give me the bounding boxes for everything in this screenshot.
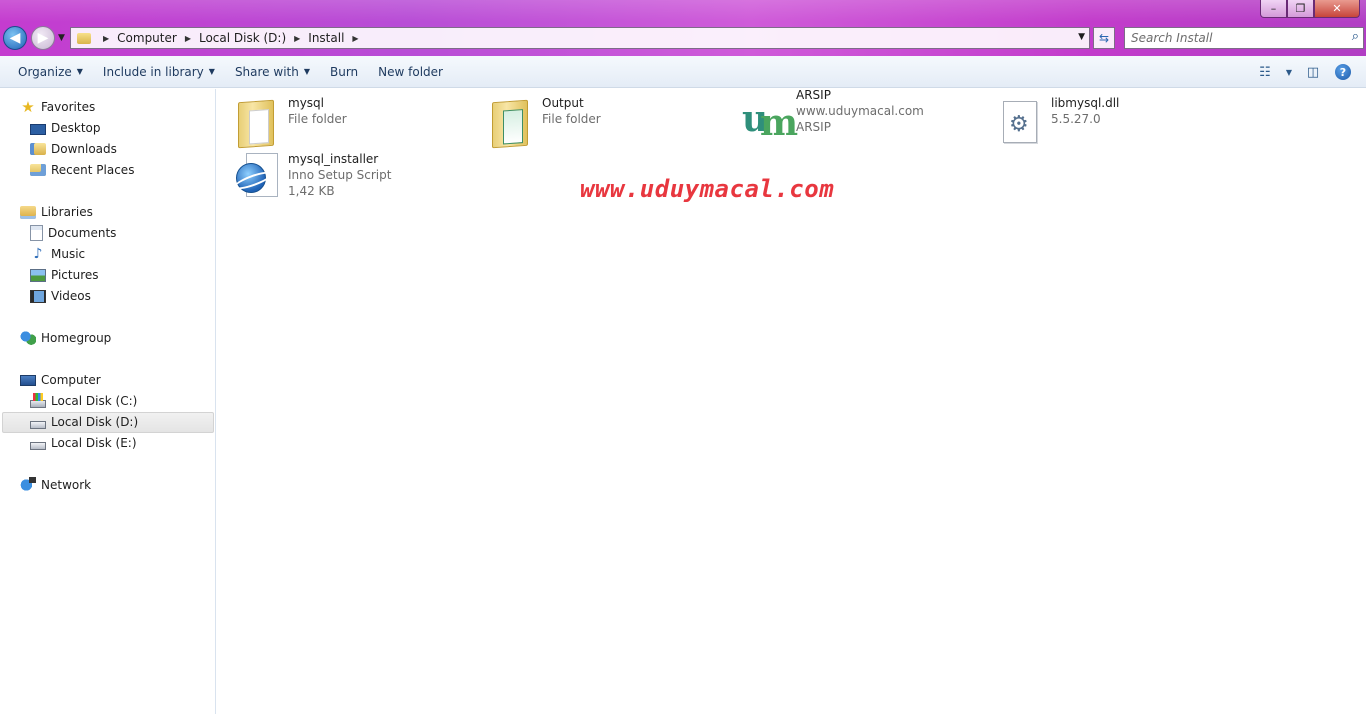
chevron-right-icon[interactable]: ▶: [185, 34, 191, 43]
breadcrumb-local-disk-d[interactable]: Local Disk (D:) ▶: [199, 31, 308, 45]
desktop-icon: [30, 123, 46, 135]
window-titlebar: – ❐ ✕ ◀ ▶ ▼ ▶ Computer ▶ Local Disk (D:) ▶…: [0, 0, 1366, 56]
chevron-right-icon[interactable]: ▶: [294, 34, 300, 43]
chevron-right-icon[interactable]: ▶: [352, 34, 358, 43]
file-name: mysql_installer: [288, 152, 379, 166]
sidebar-item-downloads[interactable]: Downloads: [30, 139, 117, 159]
file-company: www.uduymacal.com: [796, 104, 924, 118]
inno-setup-icon: [236, 153, 282, 199]
sidebar-homegroup[interactable]: Homegroup: [20, 328, 111, 348]
chevron-down-icon: ▼: [1285, 67, 1293, 77]
film-strip-icon: [30, 289, 46, 303]
breadcrumb-install[interactable]: Install ▶: [308, 31, 366, 45]
chevron-right-icon[interactable]: ▶: [103, 34, 109, 43]
watermark-text: www.uduymacal.com: [580, 175, 835, 203]
command-toolbar: Organize ▼ Include in library ▼ Share with…: [0, 56, 1366, 88]
sidebar-item-local-disk-c[interactable]: Local Disk (C:): [30, 391, 137, 411]
sidebar-network[interactable]: Network: [20, 475, 91, 495]
sidebar-item-desktop[interactable]: Desktop: [30, 118, 101, 138]
folder-icon: [238, 99, 274, 149]
chevron-down-icon: ▼: [303, 67, 310, 76]
sidebar-computer[interactable]: Computer: [20, 370, 101, 390]
window-controls: – ❐ ✕: [1260, 0, 1360, 18]
arrow-right-icon: ▶: [37, 30, 49, 46]
chevron-down-icon: ▼: [76, 67, 83, 76]
um-logo-icon: um: [742, 98, 799, 144]
sidebar-libraries[interactable]: Libraries: [20, 202, 93, 222]
network-icon: [20, 477, 36, 493]
refresh-icon: ⇆: [1098, 31, 1110, 45]
sidebar-favorites[interactable]: ★ Favorites: [20, 97, 95, 117]
help-button[interactable]: ?: [1330, 60, 1356, 84]
file-tile-arsip[interactable]: um ARSIP www.uduymacal.com ARSIP: [742, 88, 982, 147]
include-in-library-button[interactable]: Include in library ▼: [93, 60, 225, 84]
burn-button[interactable]: Burn: [320, 60, 368, 84]
folder-icon: [492, 99, 528, 149]
dll-gear-icon: [1003, 101, 1037, 143]
sidebar-item-music[interactable]: ♪ Music: [30, 244, 86, 264]
drive-icon: [30, 442, 46, 450]
sidebar-item-local-disk-d[interactable]: Local Disk (D:): [30, 412, 138, 432]
preview-pane-icon: ◫: [1306, 64, 1320, 80]
close-button[interactable]: ✕: [1314, 0, 1360, 18]
file-type: File folder: [288, 112, 347, 126]
file-tile-output[interactable]: Output File folder: [488, 95, 728, 149]
change-view-button[interactable]: ☷: [1252, 60, 1278, 84]
maximize-button[interactable]: ❐: [1287, 0, 1314, 18]
recent-places-icon: [30, 164, 46, 176]
pictures-icon: [30, 268, 46, 282]
file-tile-mysql[interactable]: mysql File folder: [234, 95, 474, 149]
view-options-icon: ☷: [1259, 64, 1271, 80]
documents-icon: [30, 225, 43, 241]
organize-button[interactable]: Organize ▼: [8, 60, 93, 84]
drive-icon: [30, 421, 46, 429]
arrow-left-icon: ◀: [9, 30, 21, 46]
minimize-button[interactable]: –: [1260, 0, 1287, 18]
file-type: File folder: [542, 112, 601, 126]
address-bar[interactable]: ▶ Computer ▶ Local Disk (D:) ▶ Install ▶ ▼: [70, 27, 1090, 49]
file-name: mysql: [288, 96, 324, 110]
view-dropdown-button[interactable]: ▼: [1282, 60, 1296, 84]
file-tile-mysql-installer[interactable]: mysql_installer Inno Setup Script 1,42 K…: [234, 151, 474, 203]
search-input[interactable]: [1125, 28, 1335, 48]
downloads-folder-icon: [30, 143, 46, 155]
chevron-down-icon: ▼: [208, 67, 215, 76]
file-name: Output: [542, 96, 584, 110]
help-icon: ?: [1335, 64, 1351, 80]
recent-pages-dropdown[interactable]: ▼: [58, 33, 65, 43]
sidebar-item-recent-places[interactable]: Recent Places: [30, 160, 134, 180]
file-type: Inno Setup Script: [288, 168, 392, 182]
computer-icon: [20, 375, 36, 386]
file-description: ARSIP: [796, 120, 831, 134]
back-button[interactable]: ◀: [3, 26, 27, 50]
breadcrumb-computer[interactable]: Computer ▶: [117, 31, 199, 45]
address-dropdown-icon[interactable]: ▼: [1078, 32, 1085, 42]
refresh-button[interactable]: ⇆: [1093, 27, 1115, 49]
file-tile-libmysql-dll[interactable]: libmysql.dll 5.5.27.0: [997, 95, 1237, 147]
sidebar-item-videos[interactable]: Videos: [30, 286, 91, 306]
preview-pane-button[interactable]: ◫: [1300, 60, 1326, 84]
sidebar-item-documents[interactable]: Documents: [30, 223, 116, 243]
folder-icon: [77, 32, 91, 44]
search-box[interactable]: ⌕: [1124, 27, 1364, 49]
share-with-button[interactable]: Share with ▼: [225, 60, 320, 84]
new-folder-button[interactable]: New folder: [368, 60, 453, 84]
star-icon: ★: [21, 98, 35, 116]
file-name: ARSIP: [796, 88, 831, 102]
navigation-pane: ★ Favorites Desktop Downloads Recent Plac…: [0, 89, 216, 714]
sidebar-item-pictures[interactable]: Pictures: [30, 265, 99, 285]
sidebar-item-local-disk-e[interactable]: Local Disk (E:): [30, 433, 137, 453]
music-note-icon: ♪: [33, 246, 43, 262]
libraries-icon: [20, 205, 36, 219]
homegroup-icon: [20, 330, 36, 346]
system-drive-icon: [30, 393, 46, 408]
forward-button[interactable]: ▶: [31, 26, 55, 50]
file-name: libmysql.dll: [1051, 96, 1120, 110]
file-size: 1,42 KB: [288, 184, 335, 198]
search-icon[interactable]: ⌕: [1352, 29, 1359, 44]
file-version: 5.5.27.0: [1051, 112, 1101, 126]
